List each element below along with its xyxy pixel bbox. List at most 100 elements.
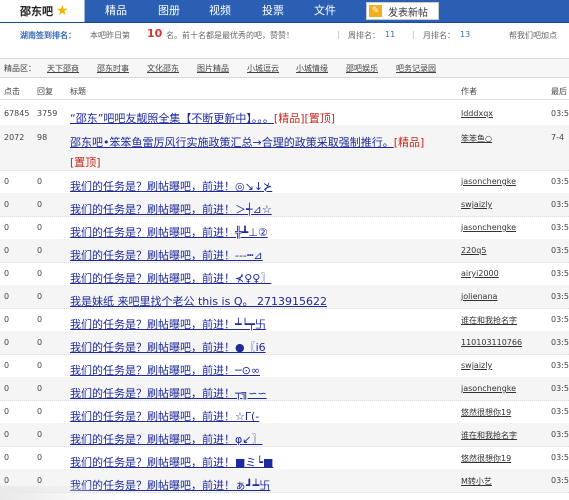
reply-count: 0 — [37, 338, 43, 347]
author-link[interactable]: M转小艺 — [461, 476, 492, 487]
thread-title-link[interactable]: 我们的任务是？刷帖曝吧，前进！■ミ┕■ — [70, 456, 273, 469]
thread-title-link[interactable]: 我是妹纸 来吧里找个老公 this is Q。 2713915622 — [70, 295, 327, 308]
author-link[interactable]: jolienana — [461, 292, 497, 301]
table-row: 0 0 我们的任务是？刷帖曝吧，前进！☆Γ(- 悠然很想你19 03:5 — [0, 400, 569, 424]
author-link[interactable]: 悠然很想你19 — [461, 407, 511, 418]
table-row: 0 0 我们的任务是？刷帖曝吧，前进！φ↙〗 谁在和我抢名字 03:5 — [0, 423, 569, 447]
click-count: 0 — [4, 292, 10, 301]
pencil-icon: ✎ — [369, 5, 382, 17]
forum-name[interactable]: 邵东吧 — [20, 3, 53, 19]
author-link[interactable]: 谁在和我抢名字 — [461, 315, 517, 326]
nav-tab-jingpin[interactable]: 精品 — [105, 0, 127, 22]
click-count: 0 — [4, 177, 10, 186]
col-header-clicks[interactable]: 点击 — [4, 86, 20, 97]
author-link[interactable]: 110103110766 — [461, 338, 522, 347]
category-link[interactable]: 文化邵东 — [147, 63, 179, 74]
col-header-replies[interactable]: 回复 — [37, 86, 53, 97]
nav-tab-wenjian[interactable]: 文件 — [314, 0, 336, 22]
month-rank-value: 13 — [460, 30, 471, 39]
click-count: 0 — [4, 269, 10, 278]
reply-count: 0 — [37, 246, 43, 255]
category-link[interactable]: 小城情缘 — [296, 63, 328, 74]
reply-count: 0 — [37, 430, 43, 439]
featured-tag[interactable]: [精品] — [394, 136, 425, 149]
last-reply-time: 03:5 — [551, 430, 569, 439]
last-reply-time: 03:5 — [551, 200, 569, 209]
thread-title-link[interactable]: 我们的任务是？刷帖曝吧，前进！┷┕┯卐 — [70, 318, 266, 331]
pinned-tag[interactable]: [置顶] — [70, 156, 101, 169]
reply-count: 0 — [37, 177, 43, 186]
thread-title-link[interactable]: 我们的任务是？刷帖曝吧，前进！＞┽⊿☆ — [70, 203, 272, 216]
thread-title-link[interactable]: “邵东”吧吧友靓照全集【不断更新中】。。。 — [70, 112, 274, 125]
nav-tab-shipin[interactable]: 视频 — [209, 0, 231, 22]
category-link[interactable]: 小城逗云 — [247, 63, 279, 74]
click-count: 67845 — [4, 109, 30, 118]
author-link[interactable]: 谁在和我抢名字 — [461, 430, 517, 441]
thread-title-link[interactable]: 我们的任务是？刷帖曝吧，前进！◎↘↓⊁ — [70, 180, 272, 193]
thread-title-link[interactable]: 我们的任务是？刷帖曝吧，前进！φ↙〗 — [70, 433, 262, 446]
category-link[interactable]: 邵东时事 — [97, 63, 129, 74]
click-count: 0 — [4, 453, 10, 462]
divider: | — [412, 30, 415, 39]
author-link[interactable]: ldddxqx — [461, 109, 493, 118]
table-row: 0 0 我们的任务是？刷帖曝吧，前进！┷┕┯卐 谁在和我抢名字 03:5 — [0, 308, 569, 332]
category-link[interactable]: 吧务记录园 — [396, 63, 436, 74]
reply-count: 3759 — [37, 109, 58, 118]
col-header-title: 标题 — [70, 87, 86, 96]
thread-title-wrap: 我们的任务是？刷帖曝吧，前进！●〖ⅰ6 — [70, 336, 266, 355]
author-link[interactable]: jasonchengke — [461, 384, 516, 393]
thread-title-link[interactable]: 我们的任务是？刷帖曝吧，前进！╬┻⊥② — [70, 226, 268, 239]
featured-tag[interactable]: [精品] — [274, 112, 305, 125]
category-link[interactable]: 天下邵商 — [47, 63, 79, 74]
click-count: 0 — [4, 430, 10, 439]
click-count: 2072 — [4, 133, 25, 142]
reply-count: 98 — [37, 133, 48, 142]
nav-tab-tuce[interactable]: 图册 — [158, 0, 180, 22]
new-post-label: 发表新帖 — [388, 7, 428, 19]
table-row: 0 0 我们的任务是？刷帖曝吧，前进！┬╗∽∽ jasonchengke 03:5 — [0, 377, 569, 401]
reply-count: 0 — [37, 200, 43, 209]
author-link[interactable]: jasonchengke — [461, 223, 516, 232]
thread-title-wrap: “邵东”吧吧友靓照全集【不断更新中】。。。[精品][置顶] — [70, 107, 335, 126]
author-link[interactable]: 220q5 — [461, 246, 486, 255]
reply-count: 0 — [37, 384, 43, 393]
last-reply-time: 03:5 — [551, 453, 569, 462]
category-link[interactable]: 邵吧娱乐 — [346, 63, 378, 74]
table-row: 0 0 我是妹纸 来吧里找个老公 this is Q。 2713915622 joli… — [0, 285, 569, 309]
rank-number: 10 — [147, 27, 163, 40]
last-reply-time: 03:5 — [551, 361, 569, 370]
help-link[interactable]: 帮我们吧加点 — [509, 30, 557, 41]
thread-table-header: 点击 回复 标题 作者 最后 — [0, 83, 569, 100]
reply-count: 0 — [37, 292, 43, 301]
author-link[interactable]: 笨笨鱼○ — [461, 133, 492, 144]
click-count: 0 — [4, 476, 10, 485]
thread-title-wrap: [置顶] — [70, 151, 101, 170]
thread-title-link[interactable]: 我们的任务是？刷帖曝吧，前进！---┅⊿ — [70, 249, 263, 262]
author-link[interactable]: airyi2000 — [461, 269, 499, 278]
thread-title-link[interactable]: 我们的任务是？刷帖曝吧，前进！☆Γ(- — [70, 410, 259, 423]
col-header-last: 最后 — [551, 87, 567, 96]
star-icon[interactable]: ★ — [56, 4, 69, 18]
thread-title-wrap: 我们的任务是？刷帖曝吧，前进！☆Γ(- — [70, 405, 259, 424]
click-count: 0 — [4, 361, 10, 370]
author-link[interactable]: swjaizly — [461, 361, 492, 370]
new-post-button[interactable]: ✎ 发表新帖 — [366, 2, 439, 20]
author-link[interactable]: 悠然很想你19 — [461, 453, 511, 464]
table-row: 0 0 我们的任务是？刷帖曝吧，前进！⊀♀♀〗 airyi2000 03:5 — [0, 262, 569, 286]
author-link[interactable]: swjaizly — [461, 200, 492, 209]
pinned-tag[interactable]: [置顶] — [305, 112, 336, 125]
thread-title-link[interactable]: 我们的任务是？刷帖曝吧，前进！⊀♀♀〗 — [70, 272, 271, 285]
reply-count: 0 — [37, 223, 43, 232]
table-row: 67845 3759 “邵东”吧吧友靓照全集【不断更新中】。。。[精品][置顶] ld… — [0, 101, 569, 126]
thread-title-link[interactable]: 我们的任务是？刷帖曝吧，前进！┬╗∽∽ — [70, 387, 267, 400]
author-link[interactable]: jasonchengke — [461, 177, 516, 186]
thread-title-link[interactable]: 我们的任务是？刷帖曝吧，前进！─⊙∞ — [70, 364, 260, 377]
thread-title-link[interactable]: 邵东吧•笨笨鱼雷厉风行实施政策汇总→合理的政策采取强制推行。 — [70, 136, 394, 149]
reply-count: 0 — [37, 476, 43, 485]
forum-tab[interactable]: 邵东吧 ★ — [0, 0, 85, 22]
thread-title-wrap: 我们的任务是？刷帖曝吧，前进！＞┽⊿☆ — [70, 198, 272, 217]
nav-tab-toupiao[interactable]: 投票 — [262, 0, 284, 22]
category-link[interactable]: 图片精品 — [197, 63, 229, 74]
table-row: 0 0 我们的任务是？刷帖曝吧，前进！╬┻⊥② jasonchengke 03:5 — [0, 216, 569, 240]
thread-title-link[interactable]: 我们的任务是？刷帖曝吧，前进！●〖ⅰ6 — [70, 341, 266, 354]
